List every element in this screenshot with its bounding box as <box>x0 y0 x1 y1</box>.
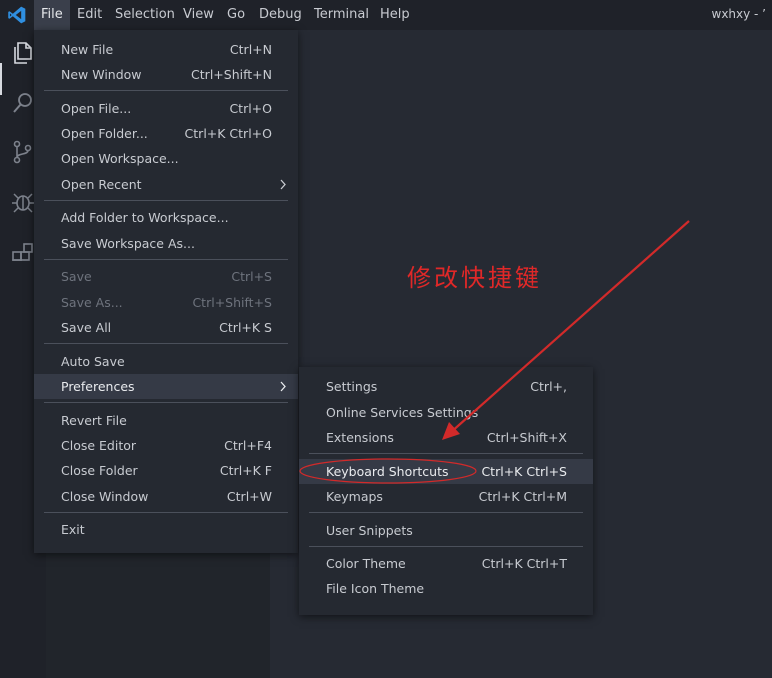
menu-item-label: Save As... <box>61 295 123 310</box>
menu-item-shortcut: Ctrl+Shift+S <box>192 295 272 310</box>
menu-item-shortcut: Ctrl+W <box>226 489 272 504</box>
menu-item-save-workspace-as[interactable]: Save Workspace As... <box>34 231 298 256</box>
menu-item-label: Settings <box>326 379 378 394</box>
chevron-right-icon <box>280 381 286 392</box>
menu-item-shortcut: Ctrl+K Ctrl+S <box>481 464 567 479</box>
menu-separator <box>309 512 583 513</box>
menu-item-close-folder[interactable]: Close Folder Ctrl+K F <box>34 458 298 483</box>
menu-item-shortcut: Ctrl+S <box>231 269 272 284</box>
menu-item-revert-file[interactable]: Revert File <box>34 408 298 433</box>
menu-item-exit[interactable]: Exit <box>34 517 298 542</box>
menu-item-label: Save Workspace As... <box>61 236 195 251</box>
menu-separator <box>309 453 583 454</box>
menu-item-label: User Snippets <box>326 523 413 538</box>
preferences-submenu: Settings Ctrl+, Online Services Settings … <box>299 367 593 615</box>
menu-item-save-all[interactable]: Save All Ctrl+K S <box>34 315 298 340</box>
menu-item-label: Open File... <box>61 101 132 116</box>
menu-item-new-file[interactable]: New File Ctrl+N <box>34 37 298 62</box>
menu-item-open-folder[interactable]: Open Folder... Ctrl+K Ctrl+O <box>34 121 298 146</box>
menu-item-user-snippets[interactable]: User Snippets <box>299 518 593 543</box>
menu-item-label: Online Services Settings <box>326 405 479 420</box>
menu-item-label: Add Folder to Workspace... <box>61 210 229 225</box>
menu-debug[interactable]: Debug <box>252 0 309 30</box>
menu-item-label: Close Window <box>61 489 149 504</box>
annotation-text: 修改快捷键 <box>407 264 542 292</box>
menu-item-label: Preferences <box>61 379 135 394</box>
chevron-right-icon <box>280 179 286 190</box>
menu-item-label: Save All <box>61 320 112 335</box>
menu-help[interactable]: Help <box>373 0 417 30</box>
menu-item-label: Keyboard Shortcuts <box>326 464 449 479</box>
menu-terminal[interactable]: Terminal <box>307 0 376 30</box>
source-control-icon[interactable] <box>9 138 37 166</box>
files-icon[interactable] <box>9 38 37 66</box>
menu-item-add-folder-to-workspace[interactable]: Add Folder to Workspace... <box>34 205 298 230</box>
menu-item-open-workspace[interactable]: Open Workspace... <box>34 146 298 171</box>
menu-item-close-window[interactable]: Close Window Ctrl+W <box>34 484 298 509</box>
menu-item-label: Close Folder <box>61 463 138 478</box>
menu-file[interactable]: File <box>34 0 70 30</box>
file-menu: New File Ctrl+N New Window Ctrl+Shift+N Op… <box>34 30 298 553</box>
menu-item-open-recent[interactable]: Open Recent <box>34 172 298 197</box>
menu-item-label: New Window <box>61 67 142 82</box>
menu-separator <box>309 546 583 547</box>
menu-view[interactable]: View <box>176 0 221 30</box>
menu-separator <box>44 402 288 403</box>
window-title: wxhxy - ’ <box>711 7 767 21</box>
menu-item-file-icon-theme[interactable]: File Icon Theme <box>299 576 593 601</box>
menu-item-shortcut: Ctrl+, <box>530 379 567 394</box>
menu-item-label: Revert File <box>61 413 127 428</box>
menu-go[interactable]: Go <box>220 0 252 30</box>
menu-item-label: Color Theme <box>326 556 406 571</box>
menu-item-keymaps[interactable]: Keymaps Ctrl+K Ctrl+M <box>299 484 593 509</box>
menu-separator <box>44 90 288 91</box>
menu-separator <box>44 343 288 344</box>
menu-item-label: New File <box>61 42 114 57</box>
menu-item-shortcut: Ctrl+F4 <box>224 438 272 453</box>
menu-item-shortcut: Ctrl+K F <box>219 463 272 478</box>
menu-item-save: Save Ctrl+S <box>34 264 298 289</box>
menu-item-label: Keymaps <box>326 489 383 504</box>
menu-item-shortcut: Ctrl+K Ctrl+T <box>481 556 567 571</box>
menu-separator <box>44 259 288 260</box>
menu-item-new-window[interactable]: New Window Ctrl+Shift+N <box>34 62 298 87</box>
menu-item-label: Open Folder... <box>61 126 148 141</box>
menu-item-shortcut: Ctrl+K Ctrl+O <box>184 126 272 141</box>
menu-item-label: Open Recent <box>61 177 142 192</box>
menu-item-shortcut: Ctrl+Shift+N <box>191 67 272 82</box>
menu-item-shortcut: Ctrl+N <box>229 42 272 57</box>
active-indicator <box>0 63 2 95</box>
menu-item-label: Open Workspace... <box>61 151 179 166</box>
menu-item-preferences[interactable]: Preferences <box>34 374 298 399</box>
menu-item-label: Close Editor <box>61 438 137 453</box>
title-bar: File Edit Selection View Go Debug Termin… <box>0 0 772 30</box>
vscode-logo-icon <box>8 6 26 24</box>
menu-item-label: Auto Save <box>61 354 125 369</box>
menu-separator <box>44 512 288 513</box>
search-icon[interactable] <box>9 89 37 117</box>
menu-item-color-theme[interactable]: Color Theme Ctrl+K Ctrl+T <box>299 551 593 576</box>
extensions-icon[interactable] <box>9 240 37 268</box>
menu-item-auto-save[interactable]: Auto Save <box>34 349 298 374</box>
menu-item-shortcut: Ctrl+K S <box>219 320 272 335</box>
menu-item-online-services-settings[interactable]: Online Services Settings <box>299 400 593 425</box>
menu-selection[interactable]: Selection <box>108 0 182 30</box>
menu-item-label: File Icon Theme <box>326 581 425 596</box>
menu-item-close-editor[interactable]: Close Editor Ctrl+F4 <box>34 433 298 458</box>
menu-item-shortcut: Ctrl+Shift+X <box>486 430 567 445</box>
menu-item-extensions[interactable]: Extensions Ctrl+Shift+X <box>299 425 593 450</box>
menu-item-shortcut: Ctrl+K Ctrl+M <box>478 489 567 504</box>
menu-item-settings[interactable]: Settings Ctrl+, <box>299 374 593 399</box>
menu-item-keyboard-shortcuts[interactable]: Keyboard Shortcuts Ctrl+K Ctrl+S <box>299 459 593 484</box>
menu-item-label: Extensions <box>326 430 394 445</box>
menu-item-shortcut: Ctrl+O <box>229 101 272 116</box>
menu-item-label: Save <box>61 269 92 284</box>
menu-separator <box>44 200 288 201</box>
menu-item-save-as: Save As... Ctrl+Shift+S <box>34 290 298 315</box>
menu-item-open-file[interactable]: Open File... Ctrl+O <box>34 96 298 121</box>
menu-edit[interactable]: Edit <box>70 0 109 30</box>
debug-icon[interactable] <box>9 188 37 216</box>
menu-item-label: Exit <box>61 522 85 537</box>
